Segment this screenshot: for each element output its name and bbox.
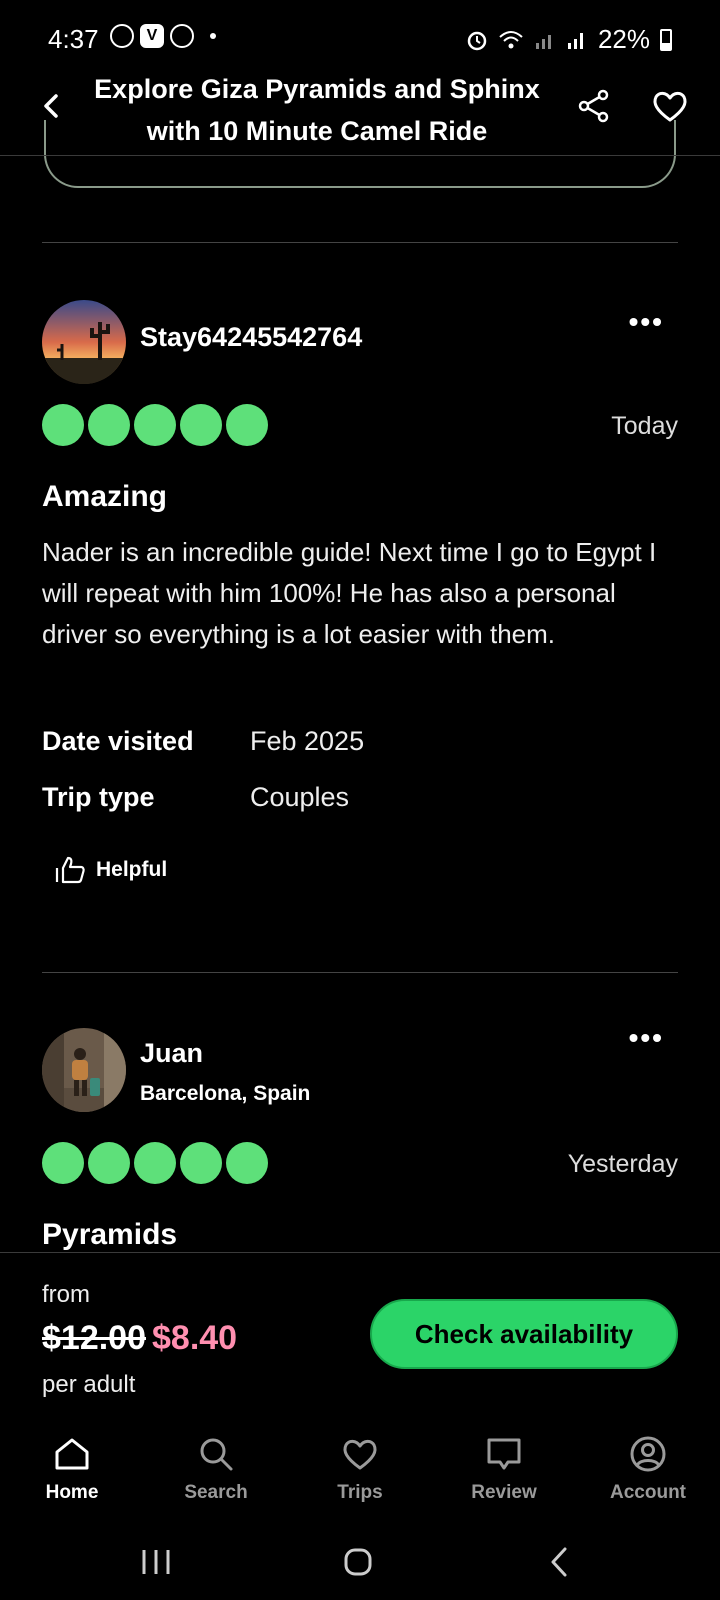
trip-type-label: Trip type bbox=[42, 782, 155, 812]
bottom-nav: Home Search Trips Review Account bbox=[0, 1424, 720, 1514]
battery-icon bbox=[660, 28, 672, 51]
signal-icon bbox=[535, 34, 551, 49]
rating-bubble bbox=[226, 1142, 268, 1184]
system-nav-bar bbox=[0, 1520, 720, 1600]
nav-home[interactable]: Home bbox=[0, 1424, 144, 1514]
avatar[interactable] bbox=[42, 1028, 126, 1112]
review-title: Pyramids bbox=[42, 1218, 178, 1251]
whatsapp-icon bbox=[110, 24, 134, 48]
thumbs-up-icon bbox=[55, 856, 85, 884]
trip-type-value: Couples bbox=[250, 782, 350, 812]
nav-label: Search bbox=[184, 1482, 248, 1503]
nav-search[interactable]: Search bbox=[144, 1424, 288, 1514]
per-adult-label: per adult bbox=[42, 1371, 136, 1398]
heart-icon bbox=[343, 1439, 377, 1470]
page-title: Explore Giza Pyramids and Sphinx with 10… bbox=[94, 74, 540, 146]
date-visited-value: Feb 2025 bbox=[250, 726, 365, 756]
rating-bubbles bbox=[42, 404, 268, 446]
more-notifications-dot bbox=[210, 33, 216, 39]
rating-bubbles bbox=[42, 1142, 268, 1184]
rating-bubble bbox=[134, 404, 176, 446]
save-heart-icon[interactable] bbox=[650, 86, 690, 126]
sale-price: $8.40 bbox=[152, 1319, 238, 1357]
facebook-icon bbox=[170, 24, 194, 48]
status-right: 22% bbox=[466, 24, 672, 55]
review-body: Nader is an incredible guide! Next time … bbox=[42, 537, 657, 649]
account-icon bbox=[630, 1436, 666, 1472]
review-icon bbox=[487, 1438, 521, 1470]
rating-bubble bbox=[88, 404, 130, 446]
nav-label: Review bbox=[471, 1482, 537, 1503]
signal-icon-2 bbox=[567, 32, 583, 49]
avatar-traveler-image bbox=[42, 1028, 126, 1112]
back-arrow-icon[interactable] bbox=[32, 86, 72, 126]
rating-bubble bbox=[180, 1142, 222, 1184]
avatar[interactable] bbox=[42, 300, 126, 384]
nav-review[interactable]: Review bbox=[432, 1424, 576, 1514]
rating-bubble bbox=[180, 404, 222, 446]
search-icon bbox=[200, 1438, 233, 1471]
notification-icons: V bbox=[110, 24, 216, 48]
more-options-button[interactable]: ••• bbox=[629, 306, 664, 338]
wifi-icon bbox=[499, 30, 523, 48]
system-back-icon[interactable] bbox=[540, 1542, 580, 1582]
reviewer-name[interactable]: Juan bbox=[140, 1038, 203, 1069]
reviewer-name[interactable]: Stay64245542764 bbox=[140, 322, 362, 353]
check-availability-button[interactable]: Check availability bbox=[370, 1299, 678, 1369]
review-date: Yesterday bbox=[567, 1150, 678, 1178]
alarm-icon bbox=[467, 31, 487, 50]
helpful-button[interactable]: Helpful bbox=[54, 856, 167, 884]
system-home-icon[interactable] bbox=[338, 1542, 378, 1582]
nav-trips[interactable]: Trips bbox=[288, 1424, 432, 1514]
status-bar: 4:37 V 22% bbox=[0, 0, 720, 72]
app-badge-icon: V bbox=[140, 24, 164, 48]
date-visited-label: Date visited bbox=[42, 726, 194, 756]
share-icon[interactable] bbox=[574, 86, 614, 126]
section-divider bbox=[42, 242, 678, 243]
rating-bubble bbox=[42, 1142, 84, 1184]
rating-bubble bbox=[226, 404, 268, 446]
nav-account[interactable]: Account bbox=[576, 1424, 720, 1514]
avatar-desert-image bbox=[42, 300, 126, 384]
review-date: Today bbox=[611, 412, 678, 440]
section-divider bbox=[42, 972, 678, 973]
nav-label: Trips bbox=[337, 1482, 383, 1503]
review-card: Juan Barcelona, Spain ••• Yesterday Pyra… bbox=[42, 1022, 678, 1251]
top-header: Explore Giza Pyramids and Sphinx with 10… bbox=[0, 64, 720, 156]
rating-bubble bbox=[88, 1142, 130, 1184]
recent-apps-icon[interactable] bbox=[136, 1542, 176, 1582]
home-icon bbox=[55, 1438, 89, 1470]
review-title: Amazing bbox=[42, 480, 168, 513]
reviewer-location: Barcelona, Spain bbox=[140, 1082, 311, 1105]
rating-bubble bbox=[134, 1142, 176, 1184]
more-options-button[interactable]: ••• bbox=[629, 1022, 664, 1054]
booking-bar: from $12.00 $8.40 per adult Check availa… bbox=[0, 1252, 720, 1422]
status-time: 4:37 bbox=[48, 24, 99, 54]
original-price: $12.00 bbox=[42, 1319, 146, 1357]
from-label: from bbox=[42, 1281, 90, 1308]
review-card: Stay64245542764 ••• Today Amazing Nader … bbox=[42, 300, 678, 920]
battery-percent: 22% bbox=[597, 24, 650, 54]
nav-label: Account bbox=[610, 1482, 686, 1503]
nav-label: Home bbox=[45, 1482, 99, 1503]
helpful-label: Helpful bbox=[96, 858, 168, 881]
rating-bubble bbox=[42, 404, 84, 446]
